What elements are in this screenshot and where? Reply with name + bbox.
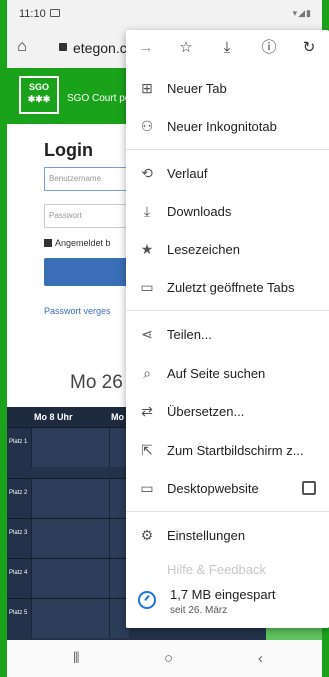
date-label: Mo 26: [70, 372, 123, 393]
savings-amount: 1,7 MB eingespart: [170, 587, 276, 602]
menu-item-label: Übersetzen...: [167, 404, 245, 419]
court-label: Platz 5: [9, 610, 28, 616]
refresh-icon[interactable]: ↻: [299, 38, 319, 58]
menu-item-label: Einstellungen: [167, 528, 246, 543]
schedule-slot[interactable]: [31, 559, 109, 598]
menu-item-label: Verlauf: [167, 166, 208, 181]
menu-divider: [126, 149, 329, 150]
image-notification-icon: [50, 9, 60, 17]
settings-icon: ⚙: [140, 527, 154, 543]
add-to-home-icon: ⇱: [141, 442, 153, 458]
menu-divider: [126, 511, 329, 512]
schedule-slot[interactable]: [31, 479, 109, 518]
menu-item-label: Lesezeichen: [167, 242, 240, 257]
bookmarks-icon: ★: [140, 241, 154, 257]
menu-item-label: Zum Startbildschirm z...: [167, 443, 304, 458]
login-title: Login: [44, 140, 93, 160]
site-title: SGO Court po: [67, 93, 131, 104]
share-icon: ⋖: [141, 326, 153, 342]
menu-item-label: Zuletzt geöffnete Tabs: [167, 280, 295, 295]
green-strip: [266, 628, 322, 640]
address-bar[interactable]: etegon.c: [73, 40, 127, 56]
home-circle-icon[interactable]: ○: [164, 650, 173, 667]
schedule-column-header: Mo 8 Uhr: [34, 412, 73, 422]
menu-item-incognito[interactable]: ⚇ Neuer Inkognitotab: [126, 108, 329, 144]
back-icon[interactable]: ‹: [258, 650, 263, 667]
download-icon[interactable]: ⤓: [217, 38, 237, 58]
info-icon[interactable]: ⓘ: [259, 38, 279, 58]
status-bar: 11:10 ▾◢▮: [7, 0, 322, 28]
menu-top-actions: → ☆ ⤓ ⓘ ↻: [126, 30, 329, 66]
chrome-overflow-menu: → ☆ ⤓ ⓘ ↻ ⊞ Neuer Tab ⚇ Neuer Inkognitot…: [126, 30, 329, 628]
savings-since: seit 26. März: [170, 605, 228, 616]
history-icon: ⟲: [141, 165, 153, 181]
court-label: Platz 3: [9, 530, 28, 536]
menu-item-desktop-site[interactable]: ▭ Desktopwebsite: [126, 470, 329, 506]
menu-item-bookmarks[interactable]: ★ Lesezeichen: [126, 231, 329, 267]
incognito-icon: ⚇: [140, 118, 154, 134]
menu-item-share[interactable]: ⋖ Teilen...: [126, 316, 329, 352]
menu-item-translate[interactable]: ⇄ Übersetzen...: [126, 393, 329, 429]
menu-item-downloads[interactable]: ⤓ Downloads: [126, 193, 329, 229]
forgot-password-link[interactable]: Passwort verges: [44, 306, 111, 316]
menu-item-label: Auf Seite suchen: [167, 366, 266, 381]
court-label: Platz 4: [9, 570, 28, 576]
menu-item-find-in-page[interactable]: ⌕ Auf Seite suchen: [126, 355, 329, 391]
schedule-column-header: Mo: [111, 412, 124, 422]
menu-item-label: Teilen...: [167, 327, 212, 342]
downloads-icon: ⤓: [143, 203, 151, 219]
menu-item-label: Neuer Inkognitotab: [167, 119, 277, 134]
schedule-slot[interactable]: [31, 599, 109, 638]
translate-icon: ⇄: [141, 403, 153, 419]
forward-icon[interactable]: →: [136, 38, 156, 58]
desktop-icon: ▭: [140, 480, 154, 496]
menu-item-history[interactable]: ⟲ Verlauf: [126, 155, 329, 191]
recents-icon[interactable]: ⦀: [73, 650, 80, 667]
star-icon[interactable]: ☆: [176, 38, 196, 58]
menu-item-label: Desktopwebsite: [167, 481, 259, 496]
menu-item-add-to-home[interactable]: ⇱ Zum Startbildschirm z...: [126, 432, 329, 468]
desktop-site-checkbox[interactable]: [302, 481, 316, 495]
menu-item-new-tab[interactable]: ⊞ Neuer Tab: [126, 70, 329, 106]
lite-mode-icon: [138, 591, 156, 609]
new-tab-icon: ⊞: [141, 80, 153, 96]
court-label: Platz 1: [9, 439, 28, 445]
court-label: Platz 2: [9, 490, 28, 496]
menu-item-label: Downloads: [167, 204, 232, 219]
home-icon[interactable]: ⌂: [13, 38, 31, 56]
site-logo: SGO ✱✱✱: [19, 76, 59, 114]
android-nav-bar: ⦀ ○ ‹: [7, 640, 322, 677]
lock-icon: [59, 43, 67, 51]
status-time: 11:10: [19, 8, 46, 20]
menu-item-recent-tabs[interactable]: ▭ Zuletzt geöffnete Tabs: [126, 269, 329, 305]
signal-icon: ▾◢▮: [292, 8, 312, 18]
checkbox-icon: [44, 239, 52, 247]
schedule-slot[interactable]: [31, 428, 109, 467]
schedule-slot[interactable]: [31, 519, 109, 558]
recent-tabs-icon: ▭: [140, 279, 154, 295]
data-savings-panel[interactable]: 1,7 MB eingespart seit 26. März: [126, 575, 329, 628]
menu-divider: [126, 310, 329, 311]
find-icon: ⌕: [143, 365, 151, 381]
menu-item-settings[interactable]: ⚙ Einstellungen: [126, 517, 329, 553]
remember-me-checkbox[interactable]: Angemeldet b: [44, 238, 111, 248]
menu-item-label: Neuer Tab: [167, 81, 227, 96]
